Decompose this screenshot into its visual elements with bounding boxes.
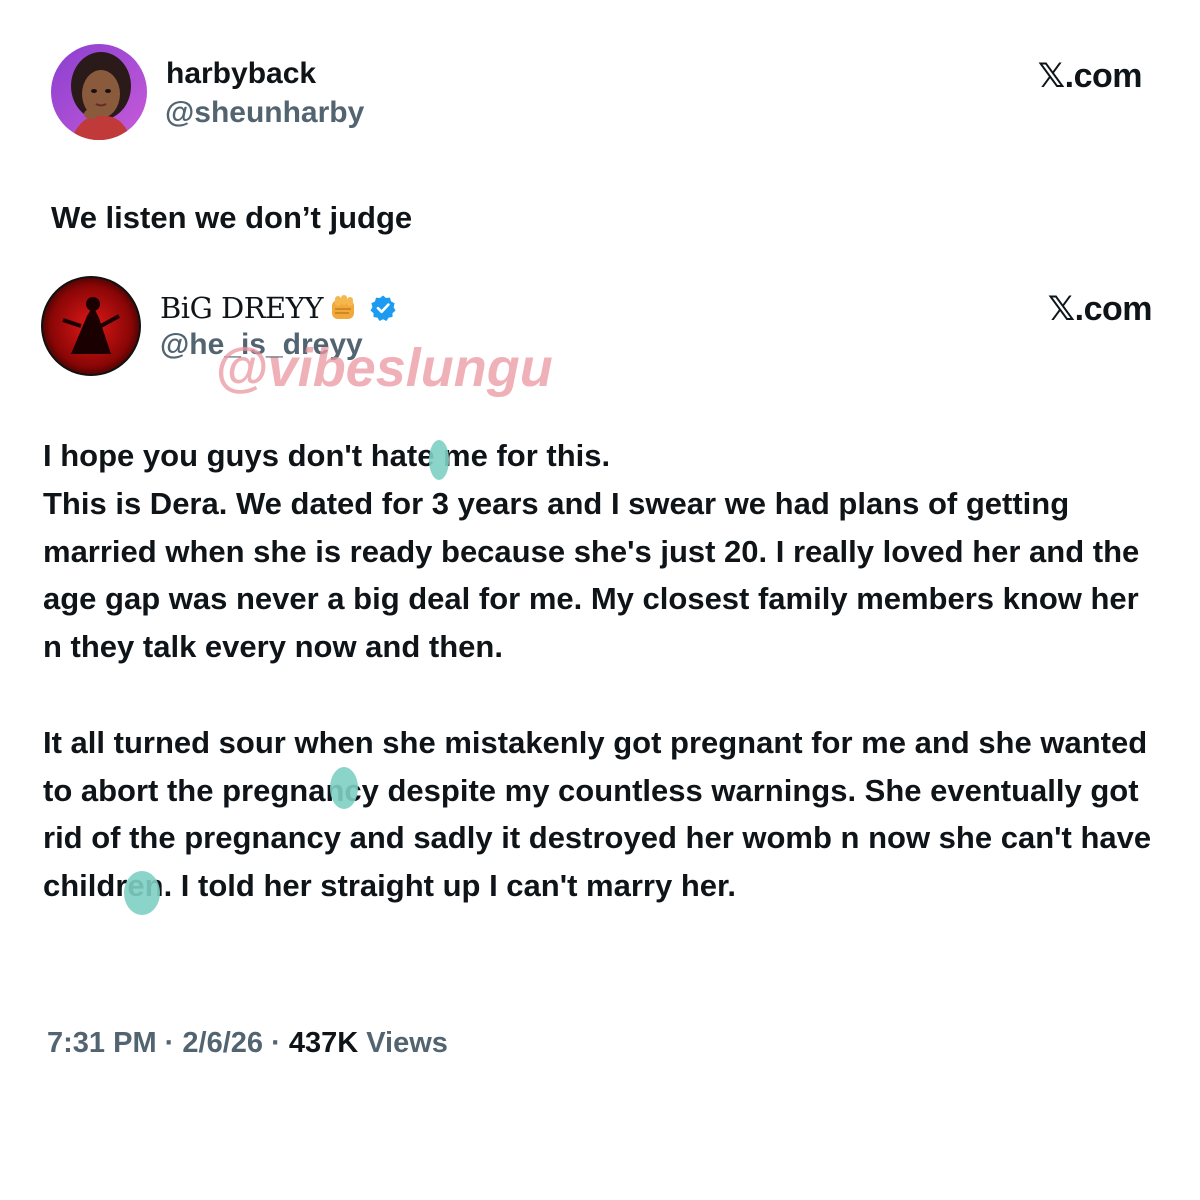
tweet-meta-row: 7:31 PM · 2/6/26 · 437K Views <box>47 1024 448 1062</box>
meta-separator: · <box>271 1027 281 1059</box>
quoted-x-brand-label: 𝕏.com <box>1047 290 1153 328</box>
verified-badge-icon <box>369 294 397 322</box>
outer-author-handle[interactable]: @sheunharby <box>165 95 364 131</box>
outer-author-avatar[interactable] <box>51 44 147 140</box>
views-count[interactable]: 437K <box>289 1027 358 1059</box>
outer-tweet-text: We listen we don’t judge <box>51 200 413 235</box>
censor-blob <box>330 767 358 809</box>
censor-blob <box>429 440 449 480</box>
censor-blob <box>124 871 160 915</box>
quoted-author-name-row[interactable]: BiG DREYY <box>160 288 397 328</box>
tweet-time[interactable]: 7:31 PM <box>47 1027 157 1059</box>
tweet-paragraph: I hope you guys don't hate me for this. … <box>43 438 1140 665</box>
tweet-paragraph: It all turned sour when she mistakenly g… <box>43 724 1152 904</box>
views-label[interactable]: Views <box>366 1027 448 1059</box>
fist-emoji-icon <box>327 291 361 325</box>
quoted-author-handle[interactable]: @he_is_dreyy <box>160 327 363 363</box>
quoted-author-avatar[interactable] <box>41 276 141 376</box>
quoted-author-name[interactable]: BiG DREYY <box>160 291 324 325</box>
tweet-date[interactable]: 2/6/26 <box>182 1027 263 1059</box>
outer-x-brand-label: 𝕏.com <box>1037 57 1143 95</box>
outer-author-name[interactable]: harbyback <box>166 56 316 92</box>
quoted-tweet-body: I hope you guys don't hate me for this. … <box>43 432 1163 910</box>
meta-separator: · <box>164 1027 175 1059</box>
